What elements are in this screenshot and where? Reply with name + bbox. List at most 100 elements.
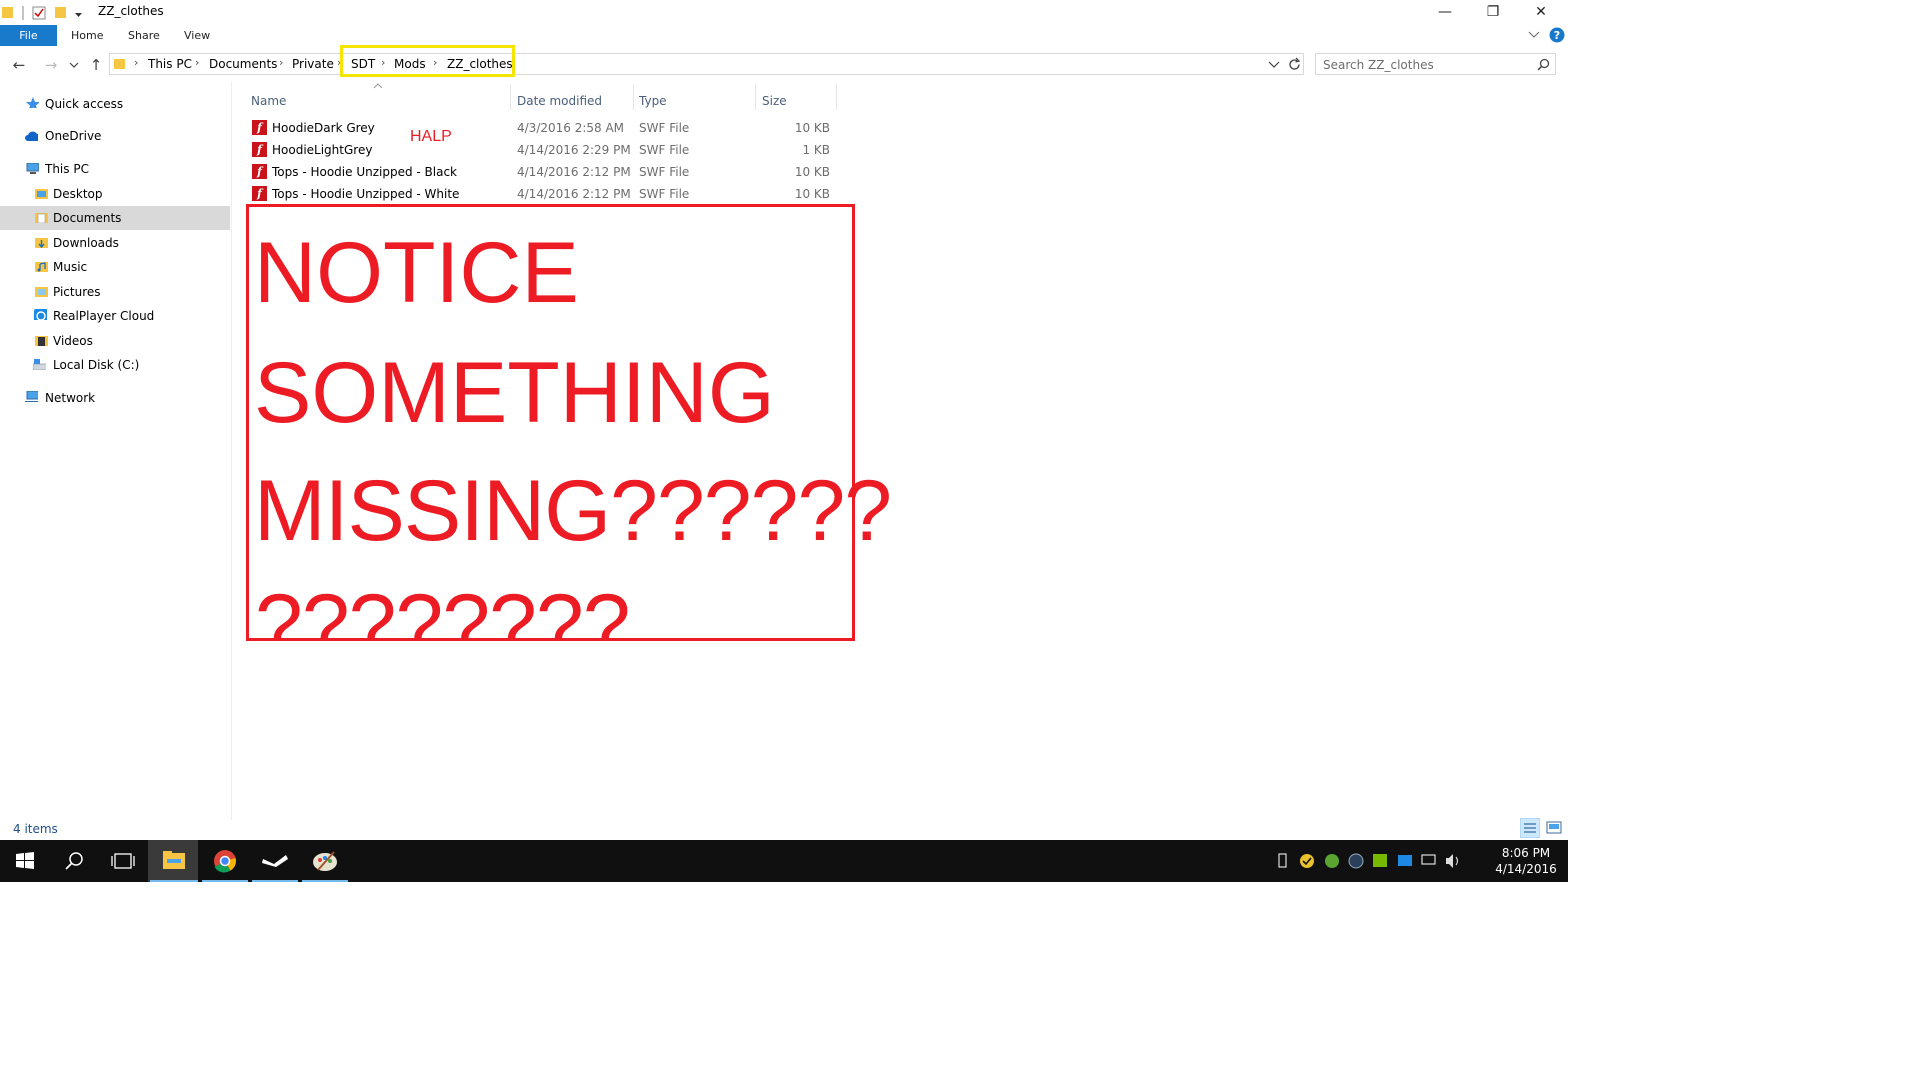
- sidebar-item-documents[interactable]: Documents: [0, 206, 230, 230]
- properties-icon: [32, 6, 46, 20]
- system-tray[interactable]: [1276, 852, 1481, 870]
- sidebar-item-label: This PC: [45, 162, 89, 176]
- start-icon[interactable]: [0, 840, 50, 882]
- sort-ascending-icon: [373, 83, 383, 89]
- breadcrumb-this-pc[interactable]: This PC: [148, 57, 192, 71]
- file-row[interactable]: f HoodieLightGrey 4/14/2016 2:29 PM SWF …: [250, 139, 840, 161]
- chevron-down-icon[interactable]: [1528, 30, 1540, 40]
- norton-icon: [1300, 854, 1314, 868]
- taskbar-clock[interactable]: 8:06 PM 4/14/2016: [1494, 845, 1558, 877]
- address-bar[interactable]: [109, 53, 1304, 75]
- forward-button[interactable]: →: [42, 56, 60, 74]
- tab-view[interactable]: View: [184, 25, 210, 46]
- file-date: 4/14/2016 2:12 PM: [517, 165, 631, 179]
- flash-file-icon: f: [252, 142, 267, 157]
- sidebar-item-realplayer-cloud[interactable]: RealPlayer Cloud: [0, 304, 230, 328]
- sidebar-item-network[interactable]: Network: [0, 386, 230, 410]
- steam-icon[interactable]: [250, 840, 300, 882]
- file-name: Tops - Hoodie Unzipped - White: [272, 187, 460, 201]
- pictures-icon: [35, 287, 48, 297]
- display-icon: [1398, 855, 1412, 866]
- sidebar-item-quick-access[interactable]: Quick access: [0, 92, 230, 116]
- sidebar-item-local-disk[interactable]: Local Disk (C:): [0, 353, 230, 377]
- paint-icon[interactable]: [300, 840, 350, 882]
- file-size: 10 KB: [794, 187, 830, 201]
- annotation-line-2: SOMETHING: [254, 345, 775, 441]
- documents-icon: [35, 213, 48, 223]
- recent-locations-icon[interactable]: [69, 61, 79, 69]
- close-button[interactable]: ✕: [1518, 0, 1564, 24]
- column-divider[interactable]: [510, 84, 511, 110]
- file-explorer-icon[interactable]: [148, 840, 198, 882]
- file-row[interactable]: f Tops - Hoodie Unzipped - White 4/14/20…: [250, 183, 840, 205]
- utorrent-icon: [1325, 854, 1339, 868]
- network-tray-icon: [1421, 854, 1436, 865]
- large-icons-view-icon[interactable]: [1545, 818, 1565, 838]
- sidebar-item-label: Videos: [53, 334, 93, 348]
- sidebar-item-downloads[interactable]: Downloads: [0, 231, 230, 255]
- disk-icon: [33, 359, 46, 370]
- svg-text:?: ?: [1554, 29, 1560, 42]
- tab-file[interactable]: File: [0, 25, 57, 46]
- dropdown-icon: [75, 13, 82, 17]
- file-type: SWF File: [639, 187, 690, 201]
- details-view-icon[interactable]: [1520, 818, 1540, 838]
- search-input[interactable]: Search ZZ_clothes: [1315, 53, 1556, 75]
- clock-date: 4/14/2016: [1495, 862, 1557, 876]
- file-type: SWF File: [639, 165, 690, 179]
- sidebar-item-desktop[interactable]: Desktop: [0, 182, 230, 206]
- maximize-button[interactable]: ❐: [1470, 0, 1516, 24]
- back-button[interactable]: ←: [10, 56, 28, 74]
- flash-file-icon: f: [252, 120, 267, 135]
- breadcrumb-separator: ›: [195, 56, 200, 69]
- column-header-size[interactable]: Size: [762, 90, 787, 112]
- computer-icon: [26, 163, 39, 174]
- search-icon: [1537, 58, 1550, 71]
- address-dropdown-icon[interactable]: [1268, 60, 1280, 70]
- sidebar-item-label: Quick access: [45, 97, 124, 111]
- sidebar-item-music[interactable]: Music: [0, 255, 230, 279]
- column-header-name[interactable]: Name: [251, 90, 286, 112]
- realplayer-icon: [34, 309, 47, 320]
- sidebar-item-videos[interactable]: Videos: [0, 329, 230, 353]
- column-divider[interactable]: [836, 84, 837, 110]
- column-header-date[interactable]: Date modified: [517, 90, 602, 112]
- column-divider[interactable]: [633, 84, 634, 110]
- chrome-icon[interactable]: [200, 840, 250, 882]
- sidebar-item-this-pc[interactable]: This PC: [0, 157, 230, 181]
- flash-file-icon: f: [252, 186, 267, 201]
- tab-share[interactable]: Share: [128, 25, 160, 46]
- file-date: 4/3/2016 2:58 AM: [517, 121, 625, 135]
- sidebar-item-pictures[interactable]: Pictures: [0, 280, 230, 304]
- search-icon[interactable]: [49, 840, 99, 882]
- folder-icon: [114, 59, 125, 69]
- file-size: 10 KB: [794, 121, 830, 135]
- sidebar-item-label: Desktop: [53, 187, 103, 201]
- help-icon[interactable]: ?: [1549, 27, 1565, 43]
- refresh-icon[interactable]: [1287, 57, 1302, 72]
- annotation-line-4: ????????: [255, 580, 631, 638]
- file-row[interactable]: f Tops - Hoodie Unzipped - Black 4/14/20…: [250, 161, 840, 183]
- music-icon: [35, 262, 48, 272]
- file-date: 4/14/2016 2:29 PM: [517, 143, 631, 157]
- up-button[interactable]: ↑: [87, 56, 105, 74]
- steam-tray-icon: [1348, 853, 1364, 869]
- window-title: ZZ_clothes: [98, 4, 164, 18]
- flash-file-icon: f: [252, 164, 267, 179]
- folder-icon: [2, 7, 13, 18]
- sidebar-item-label: Documents: [53, 211, 122, 225]
- breadcrumb-private[interactable]: Private: [292, 57, 334, 71]
- tab-home[interactable]: Home: [71, 25, 103, 46]
- minimize-button[interactable]: —: [1422, 0, 1468, 24]
- quick-access-toolbar[interactable]: [2, 5, 92, 21]
- column-divider[interactable]: [755, 84, 756, 110]
- annotation-line-4-clip: ????????: [249, 580, 852, 638]
- sidebar-item-onedrive[interactable]: OneDrive: [0, 124, 230, 148]
- task-view-icon[interactable]: [98, 840, 148, 882]
- star-icon: [26, 97, 39, 108]
- column-header-type[interactable]: Type: [639, 90, 667, 112]
- file-row[interactable]: f HoodieDark Grey 4/3/2016 2:58 AM SWF F…: [250, 117, 840, 139]
- sidebar-item-label: Network: [45, 391, 96, 405]
- breadcrumb-documents[interactable]: Documents: [209, 57, 277, 71]
- nvidia-icon: [1373, 854, 1387, 867]
